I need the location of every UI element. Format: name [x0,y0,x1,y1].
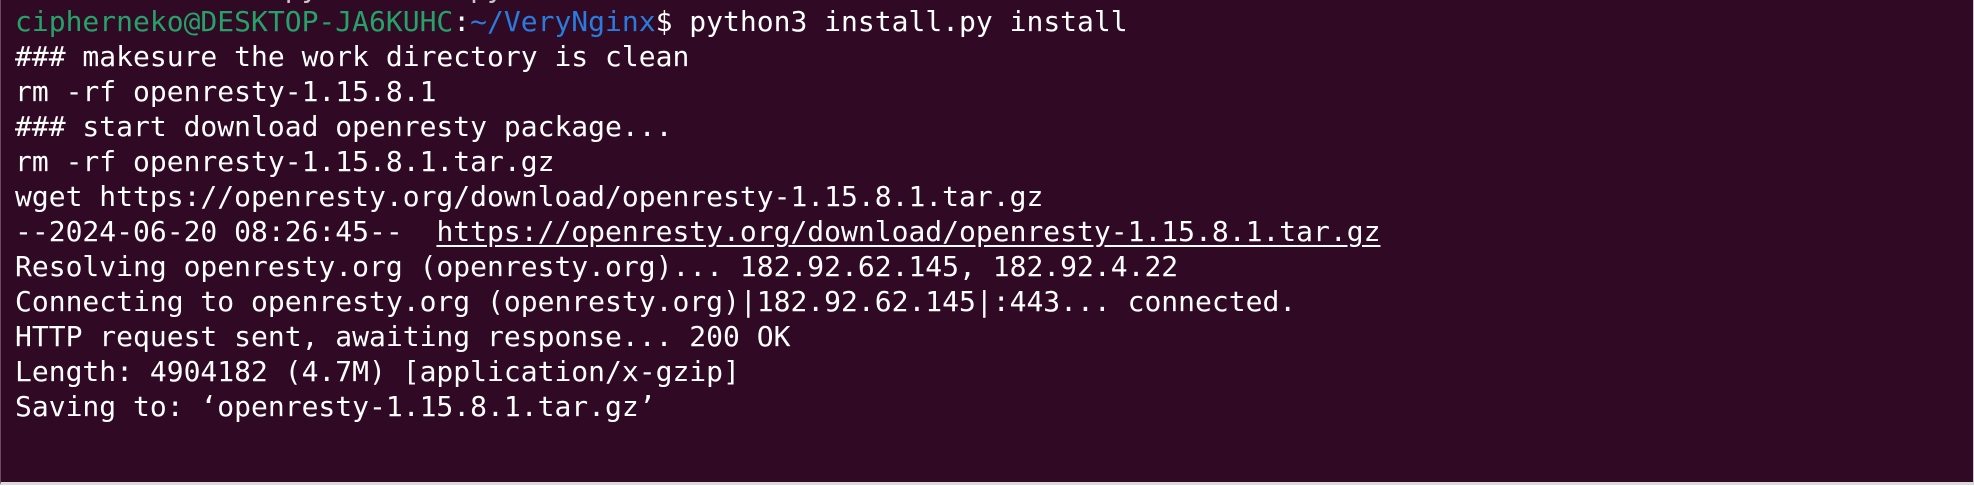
output-line: ### start download openresty package... [15,110,673,143]
prompt-command: python3 install.py install [672,5,1128,38]
output-line: Saving to: ‘openresty-1.15.8.1.tar.gz’ [15,390,656,423]
output-line: rm -rf openresty-1.15.8.1 [15,75,437,108]
output-line: ### makesure the work directory is clean [15,40,690,73]
terminal-output: cipherneko@DESKTOP-JA6KUHC:~/VeryNginx$ … [15,4,1973,424]
terminal-window[interactable]: py py cipherneko@DESKTOP-JA6KUHC:~/VeryN… [0,0,1974,485]
output-line: wget https://openresty.org/download/open… [15,180,1044,213]
output-line: rm -rf openresty-1.15.8.1.tar.gz [15,145,555,178]
output-line: Length: 4904182 (4.7M) [application/x-gz… [15,355,740,388]
output-line: Resolving openresty.org (openresty.org).… [15,250,1179,283]
output-line: Connecting to openresty.org (openresty.o… [15,285,1297,318]
prompt-separator: : [453,5,471,38]
prompt-symbol: $ [655,5,673,38]
prompt-line: cipherneko@DESKTOP-JA6KUHC:~/VeryNginx$ … [15,4,1973,39]
timestamp-prefix: --2024-06-20 08:26:45-- [15,215,437,248]
output-line: --2024-06-20 08:26:45-- https://openrest… [15,214,1973,249]
output-line: HTTP request sent, awaiting response... … [15,320,791,353]
prompt-user-host: cipherneko@DESKTOP-JA6KUHC [15,5,454,38]
download-url-link[interactable]: https://openresty.org/download/openresty… [436,215,1380,248]
prompt-path: ~/VeryNginx [470,5,656,38]
